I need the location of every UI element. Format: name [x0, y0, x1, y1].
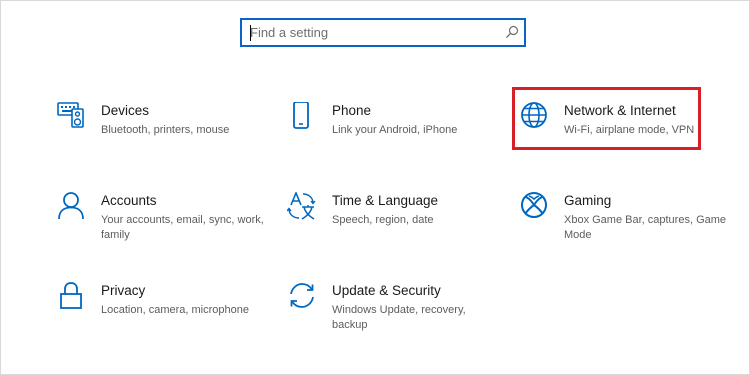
- tile-time-language[interactable]: Time & Language Speech, region, date: [287, 192, 507, 264]
- tile-title: Update & Security: [332, 283, 441, 298]
- language-icon: [287, 192, 316, 220]
- tile-description: Windows Update, recovery, backup: [332, 304, 466, 331]
- person-icon: [58, 192, 84, 220]
- tile-privacy[interactable]: Privacy Location, camera, microphone: [56, 282, 276, 354]
- tile-gaming[interactable]: Gaming Xbox Game Bar, captures, Game Mod…: [519, 192, 739, 264]
- tile-description: Bluetooth, printers, mouse: [101, 124, 230, 136]
- tile-title: Gaming: [564, 193, 612, 208]
- search-input[interactable]: [250, 22, 495, 43]
- tile-description: Xbox Game Bar, captures, Game Mode: [564, 214, 727, 241]
- tile-accounts[interactable]: Accounts Your accounts, email, sync, wor…: [56, 192, 276, 264]
- settings-window: Devices Bluetooth, printers, mouse Phone…: [0, 0, 750, 375]
- tile-description: Link your Android, iPhone: [332, 124, 458, 136]
- xbox-icon: [521, 192, 547, 218]
- search-icon[interactable]: [504, 24, 520, 40]
- lock-icon: [60, 282, 82, 309]
- tile-update-security[interactable]: Update & Security Windows Update, recove…: [287, 282, 507, 354]
- tile-title: Devices: [101, 103, 150, 118]
- phone-icon: [293, 102, 309, 129]
- tile-description: Location, camera, microphone: [101, 304, 249, 316]
- tile-devices[interactable]: Devices Bluetooth, printers, mouse: [56, 102, 276, 174]
- update-icon: [290, 283, 314, 308]
- tile-title: Time & Language: [332, 193, 439, 208]
- tile-description: Your accounts, email, sync, work, family: [101, 214, 264, 241]
- devices-icon: [57, 102, 84, 128]
- tile-title: Accounts: [101, 193, 157, 208]
- tile-description: Speech, region, date: [332, 214, 434, 226]
- highlight-box: [512, 87, 701, 150]
- search-box[interactable]: [240, 18, 526, 47]
- tile-title: Privacy: [101, 283, 146, 298]
- tile-phone[interactable]: Phone Link your Android, iPhone: [287, 102, 507, 174]
- tile-title: Phone: [332, 103, 372, 118]
